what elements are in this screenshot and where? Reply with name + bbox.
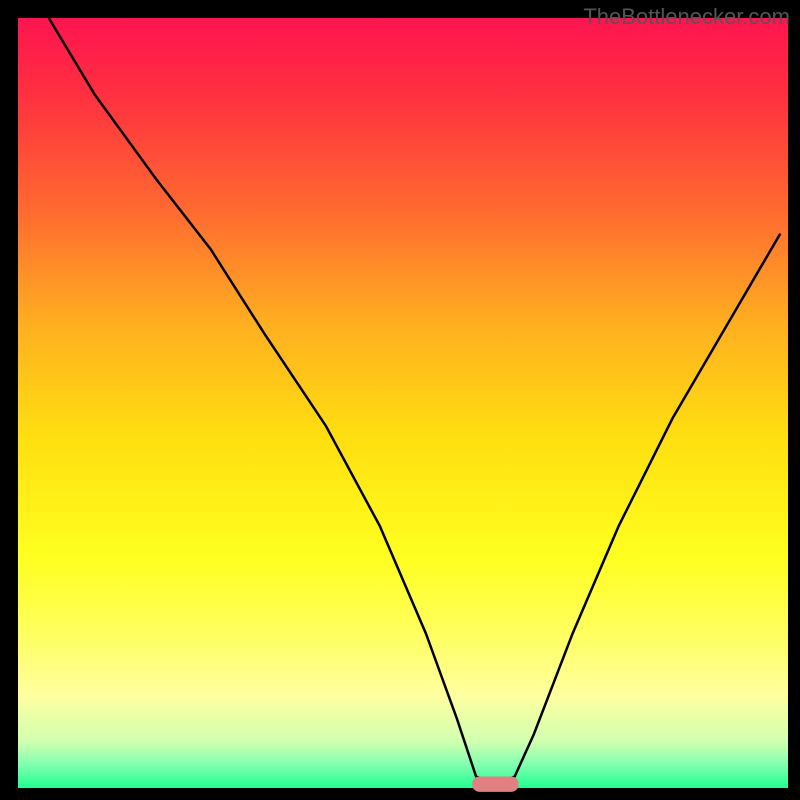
optimal-marker [472,776,518,791]
chart-container: TheBottlenecker.com [0,0,800,800]
watermark-text: TheBottlenecker.com [583,4,790,30]
chart-svg [0,0,800,800]
chart-gradient-bg [18,18,788,788]
